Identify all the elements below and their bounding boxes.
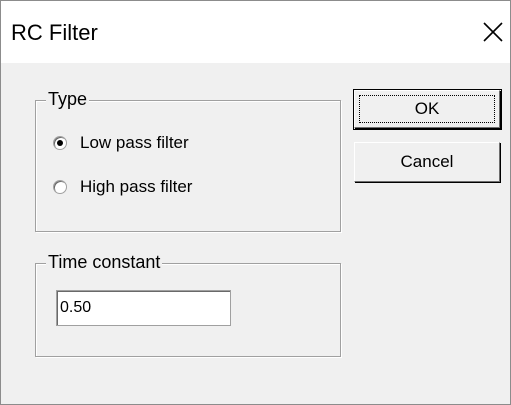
high-pass-label[interactable]: High pass filter — [80, 177, 192, 197]
title-bar: RC Filter — [1, 1, 510, 63]
cancel-button-label: Cancel — [400, 152, 454, 171]
radio-selected-dot — [57, 140, 63, 146]
window-title: RC Filter — [11, 20, 98, 45]
high-pass-radio-option[interactable]: High pass filter — [53, 177, 192, 197]
type-groupbox: Type Low pass filter High pass filter — [35, 89, 341, 232]
rc-filter-dialog: RC Filter Type Low pass filter High pass… — [0, 0, 511, 405]
high-pass-radio[interactable] — [53, 180, 67, 194]
close-icon — [483, 22, 503, 42]
low-pass-label[interactable]: Low pass filter — [80, 133, 189, 153]
cancel-button[interactable]: Cancel — [354, 142, 500, 182]
time-constant-groupbox: Time constant 0.50 — [35, 252, 341, 357]
low-pass-radio[interactable] — [53, 136, 67, 150]
type-group-legend: Type — [46, 89, 90, 110]
time-constant-input[interactable]: 0.50 — [56, 290, 231, 326]
focus-rectangle — [359, 95, 495, 123]
low-pass-radio-option[interactable]: Low pass filter — [53, 133, 189, 153]
close-button[interactable] — [474, 15, 510, 49]
time-constant-legend: Time constant — [46, 252, 163, 273]
ok-button[interactable]: OK — [353, 89, 502, 130]
